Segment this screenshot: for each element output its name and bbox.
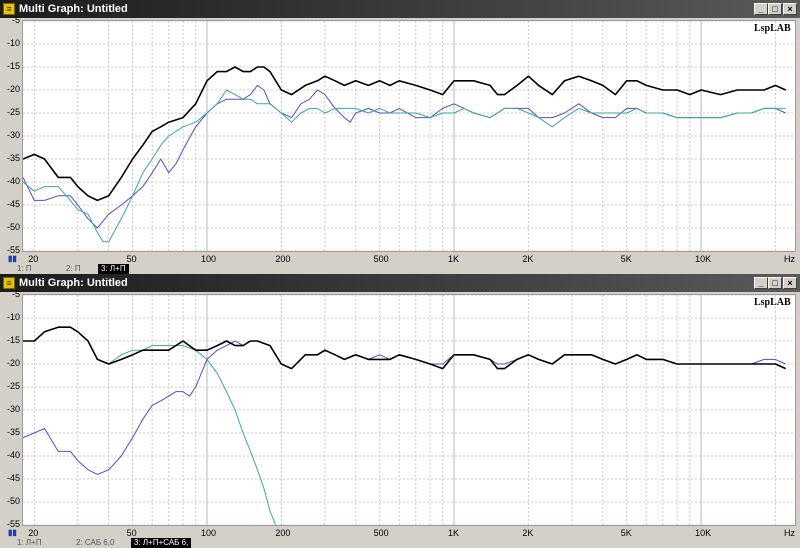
x-tick-label: 100 [200, 254, 216, 264]
y-tick-label: -30 [6, 130, 20, 140]
y-tick-label: -20 [6, 84, 20, 94]
x-tick-label: 50 [126, 528, 137, 538]
title-bar[interactable]: ≡ Multi Graph: Untitled _ □ × [0, 274, 800, 292]
x-tick-label: 20 [28, 528, 39, 538]
x-tick-label: 2K [522, 254, 534, 264]
series-line-3 [23, 326, 787, 370]
y-tick-label: -40 [6, 450, 20, 460]
y-tick-label: -25 [6, 381, 20, 391]
frequency-response-chart [23, 295, 795, 525]
minimize-button[interactable]: _ [754, 277, 768, 289]
y-tick-label: -10 [6, 312, 20, 322]
series-line-1 [23, 326, 277, 525]
y-tick-label: -5 [11, 15, 20, 25]
y-tick-label: -50 [6, 496, 20, 506]
legend-item-2[interactable]: 2: САБ 6,0 [73, 538, 117, 548]
plot-area[interactable] [22, 294, 796, 526]
close-button[interactable]: × [783, 277, 797, 289]
y-tick-label: -10 [6, 38, 20, 48]
y-tick-label: -15 [6, 61, 20, 71]
legend-bar: 1: П 2: П 3: Л+П [0, 264, 800, 274]
series-line-2 [23, 340, 786, 475]
series-line-2 [23, 84, 786, 229]
x-tick-label: 500 [373, 254, 389, 264]
y-tick-label: -20 [6, 358, 20, 368]
graph-window-2: ≡ Multi Graph: Untitled _ □ × LspLAB -5 -… [0, 274, 800, 548]
y-tick-label: -35 [6, 153, 20, 163]
y-tick-label: -45 [6, 199, 20, 209]
x-tick-label: 10K [695, 254, 712, 264]
x-tick-label: 1K [448, 254, 460, 264]
app-icon[interactable]: ≡ [3, 277, 15, 289]
series-line-1 [23, 66, 787, 202]
y-tick-label: -40 [6, 176, 20, 186]
x-tick-label: 200 [275, 254, 291, 264]
legend-item-1[interactable]: 1: П [14, 264, 35, 274]
legend-item-1[interactable]: 1: Л+П [14, 538, 45, 548]
maximize-button[interactable]: □ [768, 3, 782, 15]
brand-logo: LspLAB [754, 297, 791, 308]
x-tick-label: 50 [126, 254, 137, 264]
x-tick-label: 5K [620, 254, 632, 264]
graph-window-1: ≡ Multi Graph: Untitled _ □ × LspLAB -5 -… [0, 0, 800, 274]
x-tick-label: 5K [620, 528, 632, 538]
legend-item-3[interactable]: 3: Л+П+САБ 6, [131, 538, 192, 548]
legend-item-2[interactable]: 2: П [63, 264, 84, 274]
y-tick-label: -5 [11, 289, 20, 299]
y-tick-label: -25 [6, 107, 20, 117]
graph-settings-icon[interactable]: ▮▮ [8, 528, 20, 537]
x-tick-label: 200 [275, 528, 291, 538]
x-tick-label: 100 [200, 528, 216, 538]
brand-logo: LspLAB [754, 23, 791, 34]
y-tick-label: -50 [6, 222, 20, 232]
maximize-button[interactable]: □ [768, 277, 782, 289]
x-tick-label: 2K [522, 528, 534, 538]
window-title: Multi Graph: Untitled [19, 3, 128, 15]
graph-settings-icon[interactable]: ▮▮ [8, 254, 20, 263]
close-button[interactable]: × [783, 3, 797, 15]
y-tick-label: -15 [6, 335, 20, 345]
y-tick-label: -30 [6, 404, 20, 414]
x-tick-label: Hz [784, 528, 795, 538]
minimize-button[interactable]: _ [754, 3, 768, 15]
frequency-response-chart [23, 21, 795, 251]
legend-bar: 1: Л+П 2: САБ 6,0 3: Л+П+САБ 6, [0, 538, 800, 548]
window-title: Multi Graph: Untitled [19, 277, 128, 289]
plot-area[interactable] [22, 20, 796, 252]
y-tick-label: -35 [6, 427, 20, 437]
x-tick-label: Hz [784, 254, 795, 264]
x-tick-label: 1K [448, 528, 460, 538]
x-tick-label: 500 [373, 528, 389, 538]
legend-item-3[interactable]: 3: Л+П [98, 264, 129, 274]
y-tick-label: -45 [6, 473, 20, 483]
title-bar[interactable]: ≡ Multi Graph: Untitled _ □ × [0, 0, 800, 18]
app-icon[interactable]: ≡ [3, 3, 15, 15]
x-tick-label: 10K [695, 528, 712, 538]
x-tick-label: 20 [28, 254, 39, 264]
